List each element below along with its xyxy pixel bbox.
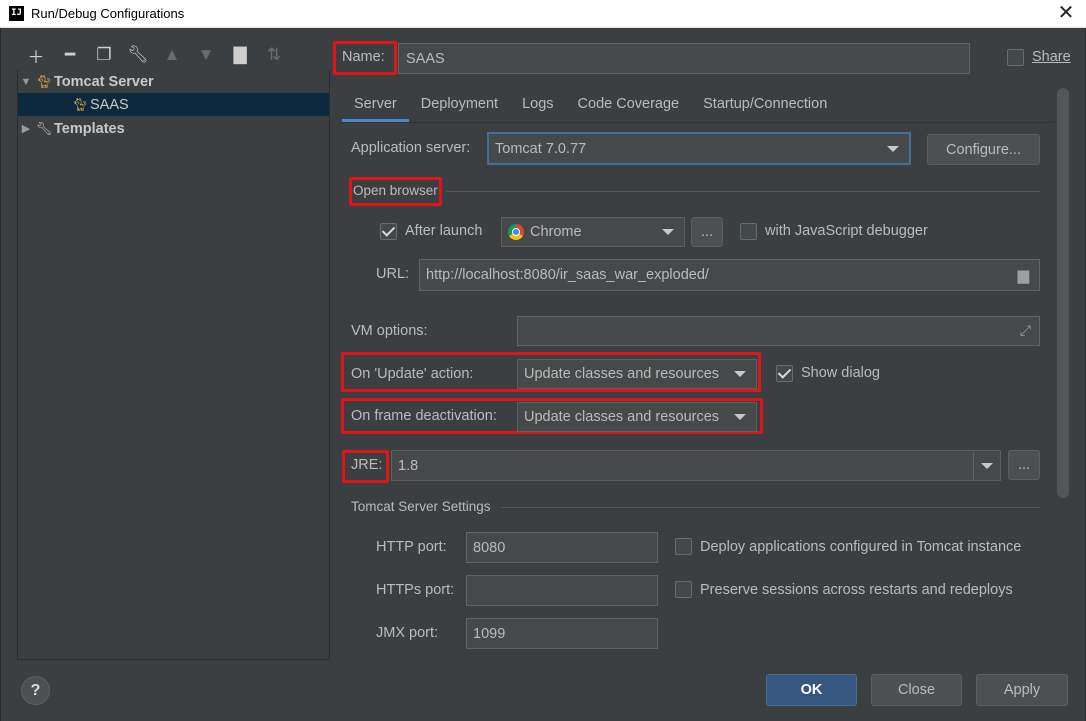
- deploy-apps-checkbox[interactable]: [675, 538, 692, 555]
- vm-options-input[interactable]: ⤢: [517, 316, 1040, 346]
- app-server-value: Tomcat 7.0.77: [495, 140, 587, 157]
- move-down-icon[interactable]: ▼: [189, 42, 223, 68]
- chevron-down-icon: [887, 145, 899, 152]
- configure-button[interactable]: Configure...: [927, 134, 1040, 165]
- jmx-port-label: JMX port:: [376, 625, 439, 641]
- on-frame-label: On frame deactivation:: [351, 408, 497, 424]
- tab-server[interactable]: Server: [342, 86, 409, 122]
- deploy-apps-label: Deploy applications configured in Tomcat…: [700, 539, 1022, 555]
- title-bar: IJ Run/Debug Configurations ✕: [0, 0, 1086, 28]
- chevron-down-icon: [734, 371, 746, 377]
- browser-value: Chrome: [530, 224, 582, 240]
- name-label: Name:: [342, 49, 385, 65]
- move-up-icon[interactable]: ▲: [155, 42, 189, 68]
- intellij-app-icon: IJ: [9, 6, 24, 21]
- app-server-select[interactable]: Tomcat 7.0.77: [487, 132, 911, 165]
- wrench-icon[interactable]: 🔧︎: [121, 42, 155, 68]
- vertical-scrollbar[interactable]: [1057, 88, 1069, 498]
- config-tree: ▼ 🐈︎ Tomcat Server 🐈︎ SAAS ▶ 🔧︎ Template…: [17, 70, 330, 660]
- sort-icon[interactable]: ⇅: [257, 42, 291, 68]
- chevron-down-icon: [734, 414, 746, 420]
- add-icon[interactable]: ＋: [19, 42, 53, 68]
- help-button[interactable]: ?: [21, 676, 50, 705]
- preserve-sessions-checkbox[interactable]: [675, 581, 692, 598]
- browser-browse-button[interactable]: ...: [691, 217, 723, 247]
- jre-label: JRE:: [351, 457, 383, 473]
- wrench-icon: 🔧︎: [35, 120, 53, 136]
- chrome-icon: [508, 224, 524, 240]
- tomcat-icon: 🐈︎: [35, 73, 53, 89]
- tab-logs[interactable]: Logs: [510, 86, 565, 122]
- jre-select[interactable]: 1.8: [391, 450, 1001, 481]
- config-toolbar: ＋ ━ ❐ 🔧︎ ▲ ▼ ▇ ⇅: [19, 42, 291, 68]
- apply-button[interactable]: Apply: [976, 674, 1068, 706]
- http-port-input[interactable]: 8080: [466, 532, 658, 563]
- tree-item-templates[interactable]: ▶ 🔧︎ Templates: [18, 117, 329, 140]
- jre-browse-button[interactable]: ...: [1008, 450, 1040, 480]
- vm-options-label: VM options:: [351, 323, 428, 339]
- after-launch-checkbox[interactable]: [380, 223, 397, 240]
- chevron-down-icon: [662, 229, 674, 235]
- tab-deployment[interactable]: Deployment: [409, 86, 510, 122]
- preserve-sessions-label: Preserve sessions across restarts and re…: [700, 582, 1013, 598]
- open-browser-label: Open browser: [353, 183, 438, 198]
- url-input[interactable]: http://localhost:8080/ir_saas_war_explod…: [419, 259, 1040, 291]
- tomcat-settings-separator: [501, 507, 1040, 508]
- close-window-icon[interactable]: ✕: [1052, 1, 1080, 27]
- expand-icon[interactable]: ⤢: [1020, 322, 1031, 339]
- tab-code-coverage[interactable]: Code Coverage: [566, 86, 692, 122]
- expanded-arrow-icon[interactable]: ▼: [18, 76, 34, 88]
- on-frame-value: Update classes and resources: [524, 409, 720, 425]
- share-label: Share: [1032, 49, 1071, 65]
- app-server-label: Application server:: [351, 140, 471, 156]
- tree-item-label: SAAS: [90, 96, 129, 113]
- show-dialog-checkbox[interactable]: [776, 365, 793, 382]
- tree-item-label: Templates: [54, 120, 125, 137]
- on-update-value: Update classes and resources: [524, 366, 720, 382]
- after-launch-label: After launch: [405, 223, 483, 239]
- on-update-select[interactable]: Update classes and resources: [517, 359, 757, 389]
- close-button[interactable]: Close: [871, 674, 962, 706]
- tomcat-settings-label: Tomcat Server Settings: [351, 499, 491, 514]
- url-label: URL:: [376, 266, 410, 282]
- https-port-input[interactable]: [466, 575, 658, 606]
- chevron-down-icon: [981, 462, 993, 469]
- collapsed-arrow-icon[interactable]: ▶: [18, 122, 34, 135]
- window-title: Run/Debug Configurations: [31, 6, 185, 21]
- copy-icon[interactable]: ❐: [87, 42, 121, 68]
- jmx-port-input[interactable]: 1099: [466, 618, 658, 649]
- share-checkbox[interactable]: [1007, 49, 1024, 66]
- jre-value: 1.8: [398, 457, 419, 474]
- dialog-body: ＋ ━ ❐ 🔧︎ ▲ ▼ ▇ ⇅ ▼ 🐈︎ Tomcat Server 🐈︎ S…: [0, 28, 1086, 721]
- folder-icon[interactable]: ▆: [1017, 266, 1029, 284]
- on-frame-select[interactable]: Update classes and resources: [517, 402, 757, 432]
- tree-item-tomcat-server[interactable]: ▼ 🐈︎ Tomcat Server: [18, 70, 329, 93]
- tab-divider: [342, 122, 1054, 123]
- open-browser-separator: [446, 191, 1040, 192]
- folder-add-icon[interactable]: ▇: [223, 42, 257, 68]
- js-debugger-checkbox[interactable]: [740, 223, 757, 240]
- tree-item-label: Tomcat Server: [54, 73, 154, 90]
- name-input[interactable]: SAAS: [398, 43, 970, 74]
- remove-icon[interactable]: ━: [53, 42, 87, 68]
- browser-select[interactable]: Chrome: [501, 217, 685, 247]
- tomcat-icon: 🐈︎: [71, 96, 89, 112]
- config-tabs: Server Deployment Logs Code Coverage Sta…: [342, 86, 839, 122]
- http-port-label: HTTP port:: [376, 539, 447, 555]
- ok-button[interactable]: OK: [766, 674, 857, 706]
- tree-item-saas[interactable]: 🐈︎ SAAS: [18, 93, 329, 116]
- https-port-label: HTTPs port:: [376, 582, 455, 598]
- js-debugger-label: with JavaScript debugger: [765, 223, 928, 239]
- url-value: http://localhost:8080/ir_saas_war_explod…: [426, 267, 709, 283]
- on-update-label: On 'Update' action:: [351, 366, 474, 382]
- tab-startup-connection[interactable]: Startup/Connection: [691, 86, 839, 122]
- show-dialog-label: Show dialog: [801, 365, 880, 381]
